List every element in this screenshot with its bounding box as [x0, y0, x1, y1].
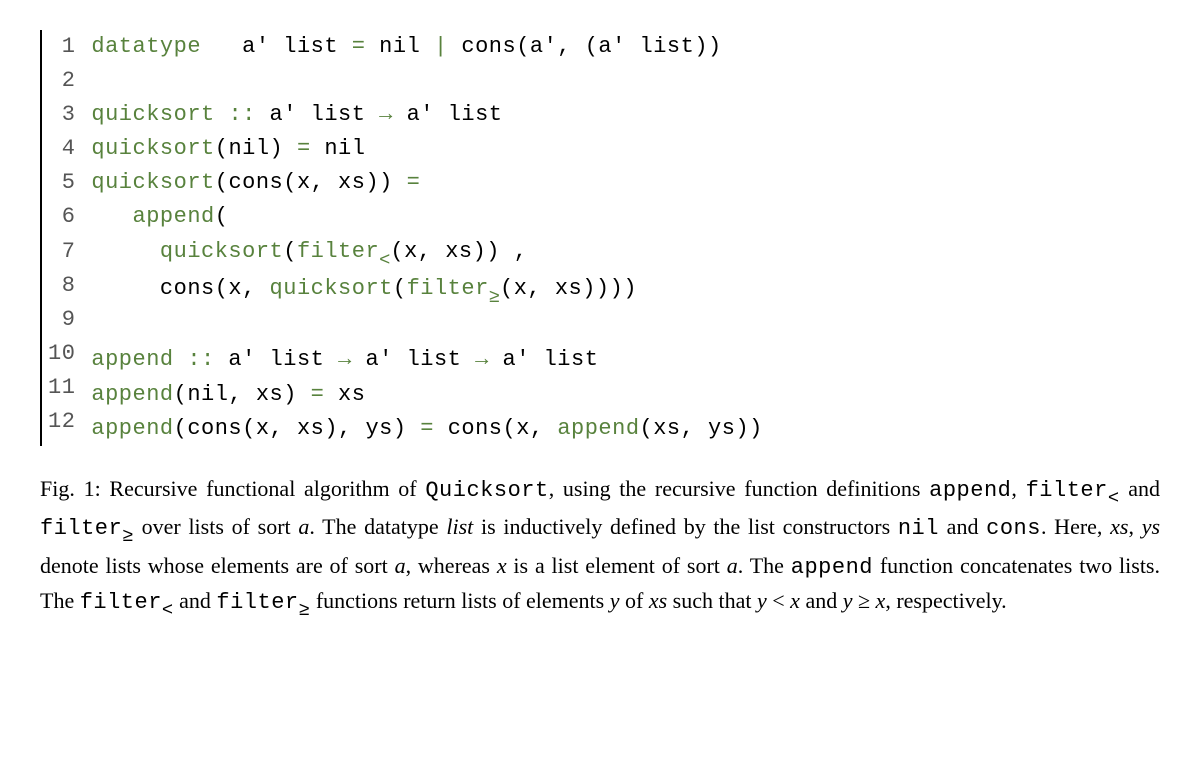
code-line: cons(x, quicksort(filter≥(x, xs)))) [91, 272, 1160, 309]
figure-caption: Fig. 1: Recursive functional algorithm o… [40, 472, 1160, 622]
line-number: 8 [48, 269, 75, 303]
code-line: append(nil, xs) = xs [91, 378, 1160, 412]
code-line: append(cons(x, xs), ys) = cons(x, append… [91, 412, 1160, 446]
code-line: quicksort(cons(x, xs)) = [91, 166, 1160, 200]
code-line: append( [91, 200, 1160, 234]
line-number: 10 [48, 337, 75, 371]
line-number: 6 [48, 200, 75, 234]
line-number: 11 [48, 371, 75, 405]
line-number: 1 [48, 30, 75, 64]
code-body: datatype a' list = nil | cons(a', (a' li… [91, 30, 1160, 446]
code-line: datatype a' list = nil | cons(a', (a' li… [91, 30, 1160, 64]
line-number: 5 [48, 166, 75, 200]
line-number: 2 [48, 64, 75, 98]
line-number: 4 [48, 132, 75, 166]
code-line: quicksort :: a' list → a' list [91, 98, 1160, 132]
code-line: quicksort(filter<(x, xs)) , [91, 235, 1160, 272]
line-number: 9 [48, 303, 75, 337]
code-line [91, 64, 1160, 98]
code-listing: 123456789101112 datatype a' list = nil |… [40, 30, 1160, 446]
figure-label: Fig. 1: [40, 476, 109, 501]
code-line: quicksort(nil) = nil [91, 132, 1160, 166]
line-number: 12 [48, 405, 75, 439]
line-number: 3 [48, 98, 75, 132]
line-number-gutter: 123456789101112 [48, 30, 91, 446]
code-line: append :: a' list → a' list → a' list [91, 343, 1160, 377]
line-number: 7 [48, 235, 75, 269]
code-line [91, 309, 1160, 343]
